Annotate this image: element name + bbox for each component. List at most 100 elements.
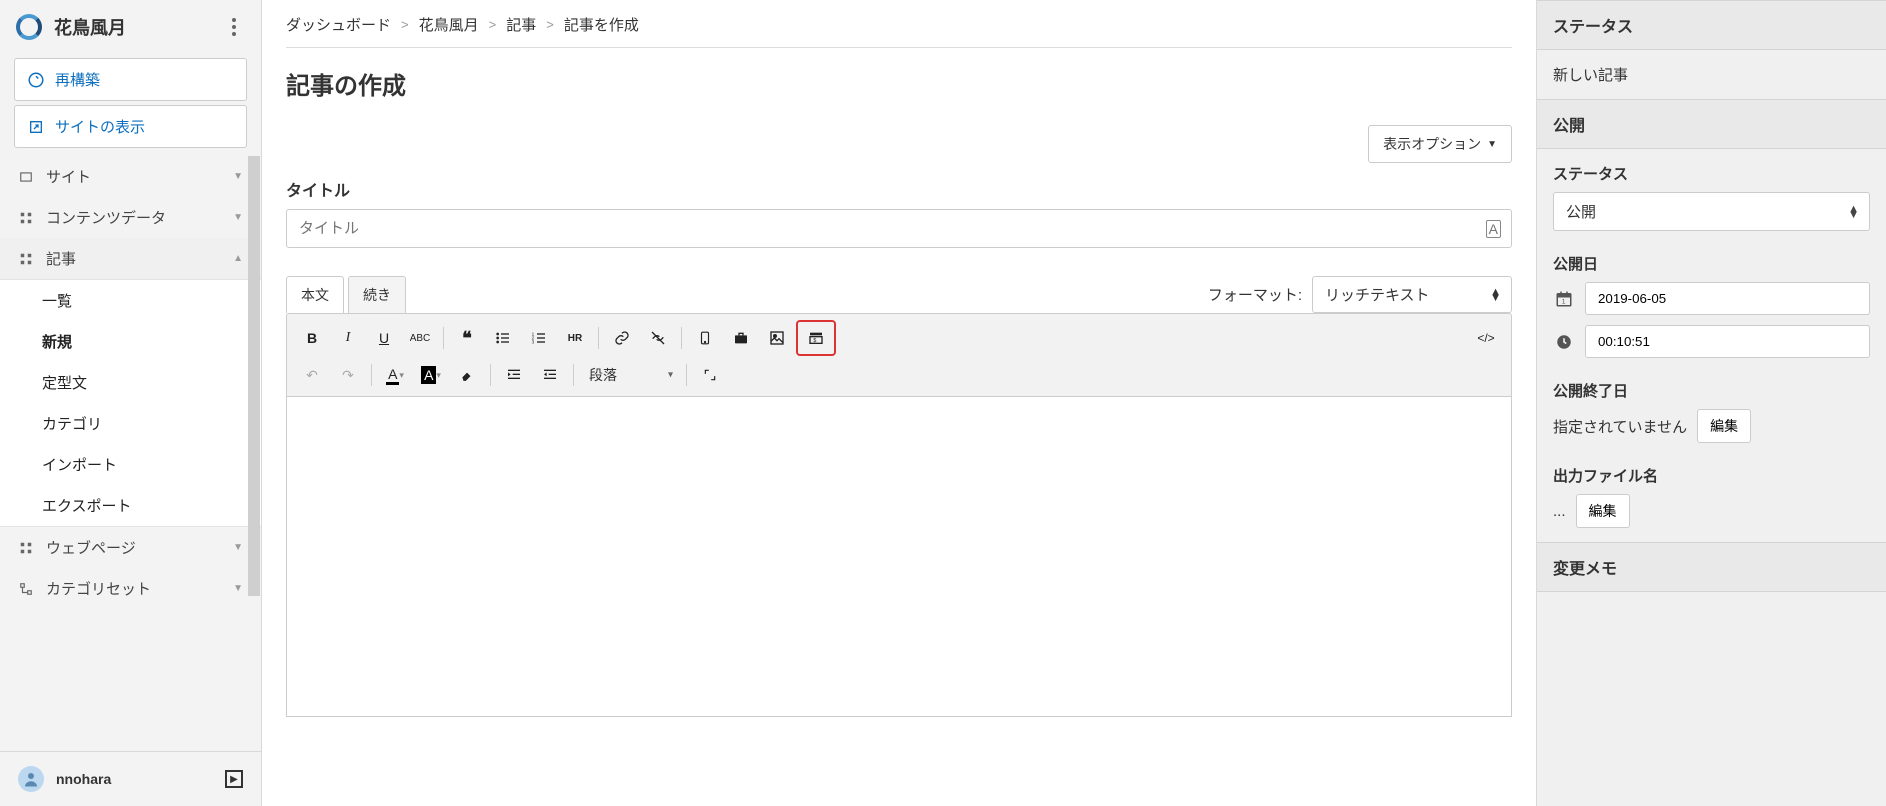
change-memo-header: 変更メモ [1537, 542, 1886, 592]
bc-sep: > [401, 17, 409, 32]
editor-toolbar: B I U ABC ❝ 123 HR [286, 313, 1512, 397]
chevron-down-icon: ▼ [233, 212, 243, 223]
sidebar-footer: nnohara ▶ [0, 751, 261, 806]
bc-articles[interactable]: 記事 [506, 14, 536, 35]
keyboard-icon[interactable]: A [1486, 220, 1501, 238]
title-input-wrap: A [286, 209, 1512, 248]
tab-body[interactable]: 本文 [286, 276, 344, 313]
nav-webpage[interactable]: ウェブページ ▼ [0, 527, 261, 568]
blockquote-icon[interactable]: ❝ [450, 323, 484, 353]
status-widget-header: ステータス [1537, 0, 1886, 50]
external-link-icon [27, 118, 45, 136]
sub-list[interactable]: 一覧 [0, 280, 261, 321]
sub-import[interactable]: インポート [0, 444, 261, 485]
play-icon[interactable]: ▶ [225, 770, 243, 788]
sort-icon: ▲▼ [1490, 289, 1501, 301]
sub-category[interactable]: カテゴリ [0, 403, 261, 444]
link-icon[interactable] [605, 323, 639, 353]
indent-icon[interactable] [497, 360, 531, 390]
underline-icon[interactable]: U [367, 323, 401, 353]
bc-dashboard[interactable]: ダッシュボード [286, 14, 391, 35]
paragraph-select[interactable]: 段落 ▾ [580, 360, 680, 390]
nav-articles-submenu: 一覧 新規 定型文 カテゴリ インポート エクスポート [0, 279, 261, 527]
view-site-button[interactable]: サイトの表示 [14, 105, 247, 148]
undo-icon[interactable]: ↶ [295, 360, 329, 390]
tree-icon [18, 581, 34, 597]
chevron-down-icon: ▼ [233, 171, 243, 182]
bold-icon[interactable]: B [295, 323, 329, 353]
enddate-none: 指定されていません [1553, 416, 1687, 437]
publish-widget-header: 公開 [1537, 99, 1886, 149]
output-file-edit-button[interactable]: 編集 [1576, 494, 1630, 528]
bc-sep: > [489, 17, 497, 32]
strikethrough-icon[interactable]: ABC [403, 323, 437, 353]
clock-icon [1553, 331, 1575, 353]
chevron-down-icon: ▼ [233, 583, 243, 594]
enddate-edit-button[interactable]: 編集 [1697, 409, 1751, 443]
source-code-icon[interactable]: </> [1469, 323, 1503, 353]
refresh-icon [27, 71, 45, 89]
pubdate-label: 公開日 [1553, 253, 1870, 274]
briefcase-icon[interactable] [724, 323, 758, 353]
sub-boilerplate[interactable]: 定型文 [0, 362, 261, 403]
rebuild-label: 再構築 [55, 69, 100, 90]
tab-more[interactable]: 続き [348, 276, 406, 313]
unlink-icon[interactable] [641, 323, 675, 353]
template-insert-icon[interactable]: $ [799, 323, 833, 353]
pubtime-input[interactable] [1585, 325, 1870, 358]
display-options-button[interactable]: 表示オプション ▼ [1368, 125, 1512, 163]
sidebar-scrollbar[interactable] [248, 156, 260, 596]
breadcrumb: ダッシュボード > 花鳥風月 > 記事 > 記事を作成 [286, 14, 1512, 48]
bc-site[interactable]: 花鳥風月 [419, 14, 479, 35]
eraser-icon[interactable] [450, 360, 484, 390]
svg-text:$: $ [813, 338, 816, 344]
calendar-icon: 1 [1553, 288, 1575, 310]
bc-create: 記事を作成 [564, 14, 639, 35]
outdent-icon[interactable] [533, 360, 567, 390]
nav-category-set[interactable]: カテゴリセット ▼ [0, 568, 261, 609]
nav-site[interactable]: サイト ▼ [0, 156, 261, 197]
chevron-up-icon: ▲ [233, 253, 243, 264]
logo-icon [16, 14, 42, 40]
nav-articles[interactable]: 記事 ▲ [0, 238, 261, 279]
kebab-menu-icon[interactable] [223, 16, 245, 38]
text-color-icon[interactable]: A ▾ [378, 360, 412, 390]
avatar-icon[interactable] [18, 766, 44, 792]
format-label: フォーマット: [1208, 284, 1302, 305]
bullet-list-icon[interactable] [486, 323, 520, 353]
sub-new[interactable]: 新規 [0, 321, 261, 362]
username: nnohara [56, 771, 111, 787]
status-widget-body: 新しい記事 [1537, 50, 1886, 99]
output-file-label: 出力ファイル名 [1553, 465, 1870, 486]
title-label: タイトル [286, 177, 1512, 201]
caret-down-icon: ▾ [668, 370, 673, 381]
number-list-icon[interactable]: 123 [522, 323, 556, 353]
pubdate-input[interactable] [1585, 282, 1870, 315]
chevron-down-icon: ▼ [233, 542, 243, 553]
grid-icon [18, 251, 34, 267]
grid-icon [18, 540, 34, 556]
svg-text:1: 1 [1562, 298, 1566, 305]
caret-down-icon: ▼ [1487, 139, 1497, 150]
page-title: 記事の作成 [286, 66, 1512, 101]
brand-row: 花鳥風月 [0, 0, 261, 54]
nav-content-data[interactable]: コンテンツデータ ▼ [0, 197, 261, 238]
title-input[interactable] [299, 220, 1475, 237]
redo-icon[interactable]: ↷ [331, 360, 365, 390]
status-select[interactable]: 公開 ▲▼ [1553, 192, 1870, 231]
phone-icon[interactable] [688, 323, 722, 353]
bc-sep: > [546, 17, 554, 32]
format-select[interactable]: リッチテキスト ▲▼ [1312, 276, 1512, 313]
sub-export[interactable]: エクスポート [0, 485, 261, 526]
bg-color-icon[interactable]: A ▾ [414, 360, 448, 390]
enddate-label: 公開終了日 [1553, 380, 1870, 401]
italic-icon[interactable]: I [331, 323, 365, 353]
rebuild-button[interactable]: 再構築 [14, 58, 247, 101]
site-name: 花鳥風月 [54, 14, 126, 40]
editor-body[interactable] [286, 397, 1512, 717]
image-icon[interactable] [760, 323, 794, 353]
hr-icon[interactable]: HR [558, 323, 592, 353]
fullscreen-icon[interactable] [693, 360, 727, 390]
right-panel: ステータス 新しい記事 公開 ステータス 公開 ▲▼ 公開日 1 公開終了日 指… [1536, 0, 1886, 806]
svg-text:3: 3 [532, 339, 535, 344]
